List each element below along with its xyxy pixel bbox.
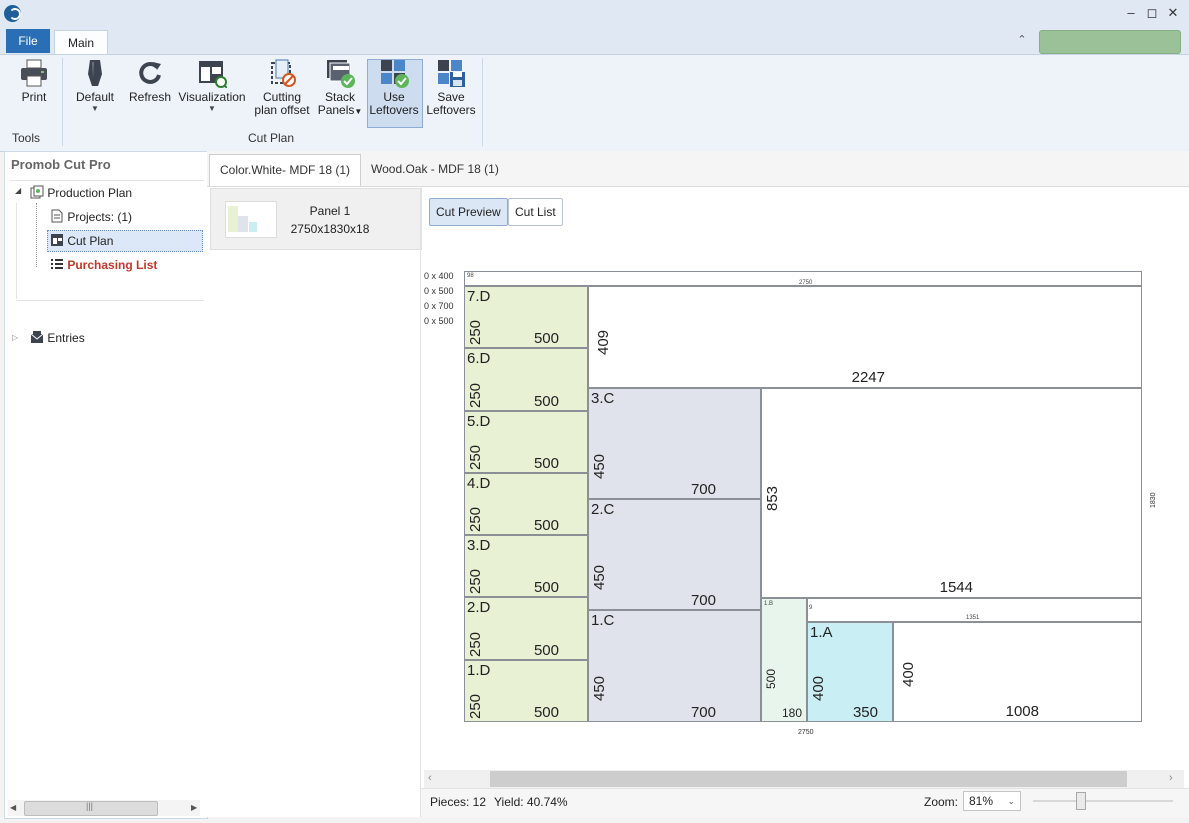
scroll-left-icon[interactable]: ‹: [428, 772, 432, 784]
scroll-left-icon[interactable]: ◀: [10, 803, 16, 812]
piece[interactable]: 3.C 700 450: [588, 388, 761, 499]
scroll-right-icon[interactable]: ▶: [191, 803, 197, 812]
yield-value: Yield: 40.74%: [494, 795, 568, 809]
group-separator: [482, 58, 483, 146]
cutting-offset-icon: [267, 58, 297, 88]
zoom-slider-thumb[interactable]: [1076, 792, 1086, 810]
production-plan-icon: [30, 185, 44, 199]
document-icon: [50, 209, 64, 223]
zoom-slider-track[interactable]: [1033, 800, 1173, 802]
piece[interactable]: 3.D 500 250: [464, 535, 588, 597]
piece[interactable]: 6.D 500 250: [464, 348, 588, 411]
scroll-grip-icon: |||: [86, 801, 94, 811]
save-leftovers-button[interactable]: Save Leftovers: [424, 58, 478, 117]
scroll-thumb[interactable]: [490, 771, 1127, 787]
leftover-item: 0 x 500: [424, 286, 454, 296]
save-leftovers-icon: [436, 58, 466, 88]
waste-area: 2247 409: [588, 286, 1142, 388]
piece[interactable]: 1.A 350 400: [807, 622, 893, 722]
tree-guide: [16, 203, 18, 299]
splitter[interactable]: [420, 186, 421, 817]
printer-icon: [19, 58, 49, 88]
close-icon[interactable]: ✕: [1164, 4, 1182, 22]
cutting-plan-offset-button[interactable]: Cutting plan offset: [252, 58, 312, 117]
cut-plan-icon: [50, 233, 64, 247]
panel-height-label: 1830: [1150, 492, 1157, 508]
zoom-select[interactable]: 81% ⌄: [963, 791, 1021, 811]
collapse-ribbon-icon[interactable]: ⌃: [1013, 31, 1031, 49]
divider: [10, 180, 204, 181]
leftover-item: 0 x 700: [424, 301, 454, 311]
visualization-button[interactable]: Visualization ▼: [178, 58, 246, 113]
minimize-icon[interactable]: –: [1122, 4, 1140, 22]
waste-area: 1544 853: [761, 388, 1142, 598]
cut-plan-group-label: Cut Plan: [247, 131, 295, 145]
visualization-icon: [197, 58, 228, 89]
cut-preview-button[interactable]: Cut Preview: [429, 198, 508, 226]
piece[interactable]: 2.D 500 250: [464, 597, 588, 660]
inbox-icon: [30, 330, 44, 344]
piece[interactable]: 1.B 180 500: [761, 598, 807, 722]
app-logo-icon: [4, 5, 21, 22]
piece[interactable]: 5.D 500 250: [464, 411, 588, 473]
panel-name: Panel 1: [309, 204, 351, 218]
piece[interactable]: 2.C 700 450: [588, 499, 761, 610]
waste-area: 1008 400: [893, 622, 1142, 722]
file-tab[interactable]: File: [6, 29, 50, 53]
tree-line: [36, 203, 38, 267]
tree-item-production-plan[interactable]: Production Plan: [30, 185, 132, 203]
leftover-item: 0 x 500: [424, 316, 454, 326]
expand-arrow-icon[interactable]: ◢: [15, 186, 21, 195]
title-bar: [0, 0, 1189, 29]
piece[interactable]: 1.D 500 250: [464, 660, 588, 722]
stack-panels-icon: [325, 58, 355, 88]
group-separator: [62, 58, 63, 146]
stack-panels-button[interactable]: Stack Panels▼: [316, 58, 364, 118]
zoom-label: Zoom:: [924, 795, 959, 809]
main-tab[interactable]: Main: [54, 30, 108, 55]
panel-width-label: 2750: [798, 729, 814, 736]
piece[interactable]: 1.C 700 450: [588, 610, 761, 722]
tree-item-entries[interactable]: Entries: [30, 330, 85, 348]
pieces-count: Pieces: 12: [430, 795, 487, 809]
top-strip: 98 2750: [464, 271, 1142, 286]
panel-size: 2750x1830x18: [290, 222, 370, 236]
status-indicator: [1039, 30, 1181, 54]
scroll-right-icon[interactable]: ›: [1169, 772, 1173, 784]
default-button[interactable]: Default ▼: [72, 58, 118, 113]
print-button[interactable]: Print: [10, 58, 58, 104]
tab-wood-oak[interactable]: Wood.Oak - MDF 18 (1): [361, 154, 509, 185]
panel-thumbnail: [225, 201, 277, 238]
piece[interactable]: 4.D 500 250: [464, 473, 588, 535]
use-leftovers-button[interactable]: Use Leftovers: [368, 58, 420, 117]
panel-title: Promob Cut Pro: [11, 157, 111, 172]
waste-strip: 9 1351: [807, 598, 1142, 622]
refresh-button[interactable]: Refresh: [128, 58, 172, 104]
refresh-icon: [135, 58, 165, 88]
default-icon: [80, 58, 110, 88]
tree-item-projects[interactable]: Projects: (1): [50, 209, 132, 227]
tab-color-white[interactable]: Color.White- MDF 18 (1): [209, 154, 362, 186]
cut-list-button[interactable]: Cut List: [508, 198, 563, 226]
maximize-icon[interactable]: ◻: [1143, 4, 1161, 22]
use-leftovers-icon: [379, 58, 409, 88]
tree-item-cut-plan[interactable]: Cut Plan: [50, 233, 113, 251]
tree-item-purchasing-list[interactable]: Purchasing List: [50, 257, 157, 275]
divider: [16, 300, 204, 301]
ribbon-tab-row: [0, 28, 1189, 54]
chevron-down-icon: ⌄: [1007, 796, 1015, 806]
leftover-item: 0 x 400: [424, 271, 454, 281]
tools-group-label: Tools: [11, 131, 40, 145]
list-icon: [50, 257, 64, 271]
piece[interactable]: 7.D 500 250: [464, 286, 588, 348]
collapse-arrow-icon[interactable]: ▷: [12, 333, 18, 342]
